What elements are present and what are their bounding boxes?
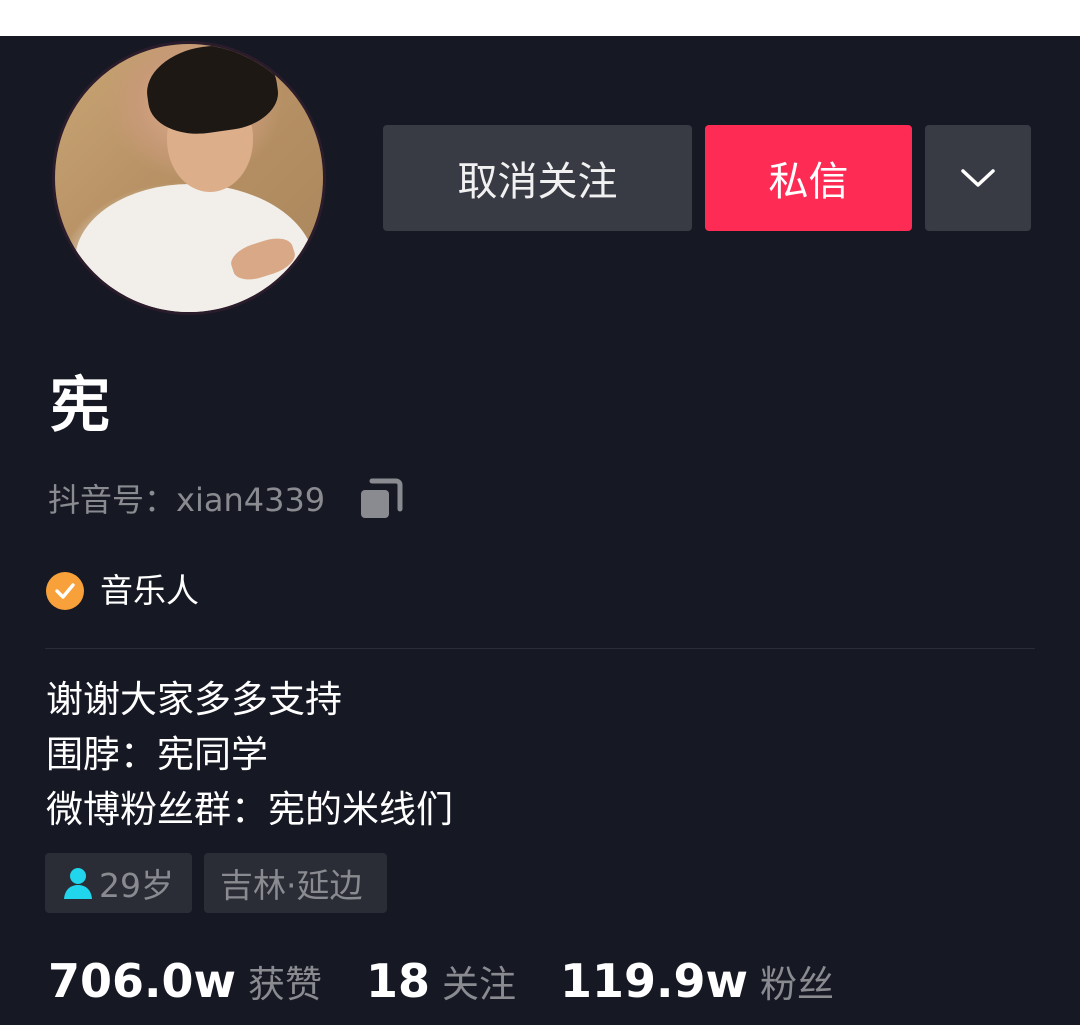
verified-badge-icon bbox=[46, 572, 84, 610]
bio: 谢谢大家多多支持 围脖：宪同学 微博粉丝群：宪的米线们 bbox=[46, 672, 453, 837]
unfollow-button[interactable]: 取消关注 bbox=[383, 125, 692, 231]
location-label: 吉林·延边 bbox=[220, 866, 363, 905]
verification: 音乐人 bbox=[46, 569, 199, 613]
location-tag: 吉林·延边 bbox=[204, 853, 387, 913]
douyin-id: 抖音号：xian4339 bbox=[48, 481, 326, 519]
likes-count: 706.0w bbox=[48, 954, 236, 1008]
likes-label: 获赞 bbox=[248, 963, 322, 1006]
avatar-hair bbox=[141, 44, 283, 141]
unfollow-button-label: 取消关注 bbox=[457, 159, 618, 205]
following-count: 18 bbox=[366, 954, 431, 1008]
nickname: 宪 bbox=[50, 371, 110, 441]
divider bbox=[45, 648, 1035, 649]
following-stat[interactable]: 18 关注 bbox=[366, 954, 516, 1008]
following-label: 关注 bbox=[442, 963, 517, 1006]
copy-icon[interactable] bbox=[358, 477, 404, 521]
stats-row: 706.0w 获赞 18 关注 119.9w 粉丝 bbox=[48, 954, 878, 1008]
bio-line: 谢谢大家多多支持 bbox=[46, 678, 342, 721]
followers-stat[interactable]: 119.9w 粉丝 bbox=[560, 954, 834, 1008]
followers-count: 119.9w bbox=[560, 954, 749, 1008]
bio-line: 围脖：宪同学 bbox=[46, 733, 268, 776]
likes-stat: 706.0w 获赞 bbox=[48, 954, 322, 1008]
more-options-button[interactable] bbox=[925, 125, 1031, 231]
person-icon bbox=[64, 868, 92, 899]
chevron-down-icon bbox=[961, 169, 995, 187]
message-button[interactable]: 私信 bbox=[705, 125, 912, 231]
followers-label: 粉丝 bbox=[760, 963, 835, 1006]
profile-header: 取消关注 私信 宪 抖音号：xian4339 音乐人 谢谢大家多多支持 围脖：宪… bbox=[0, 36, 1080, 1025]
avatar[interactable] bbox=[52, 41, 326, 315]
verification-label: 音乐人 bbox=[100, 571, 199, 610]
bio-line: 微博粉丝群：宪的米线们 bbox=[46, 788, 453, 831]
age-label: 29岁 bbox=[99, 866, 174, 905]
age-tag: 29岁 bbox=[45, 853, 192, 913]
message-button-label: 私信 bbox=[768, 159, 849, 205]
